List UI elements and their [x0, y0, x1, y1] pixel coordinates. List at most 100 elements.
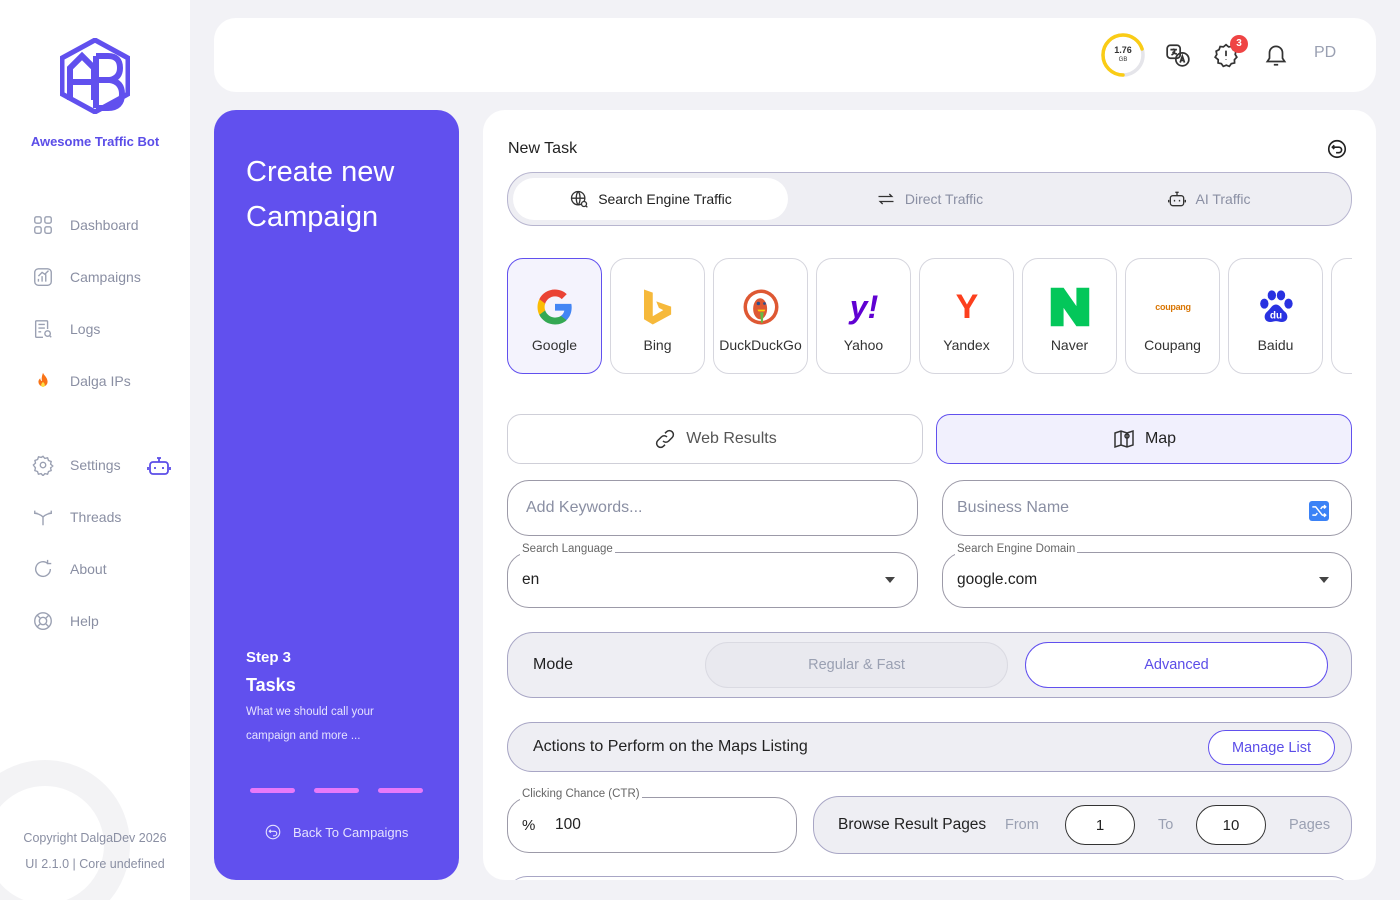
sidebar-item-threads[interactable]: Threads [32, 505, 121, 529]
sidebar-item-label: About [70, 561, 107, 577]
sidebar-item-label: Help [70, 613, 99, 629]
robot-icon [1167, 191, 1186, 207]
avatar[interactable]: PD [1314, 44, 1336, 62]
engine-baidu[interactable]: du Baidu [1228, 258, 1323, 374]
engine-yandex[interactable]: Y Yandex [919, 258, 1014, 374]
selected-value: google.com [957, 571, 1038, 588]
ctr-field[interactable]: Clicking Chance (CTR) % 100 [507, 788, 797, 853]
percent-prefix: % [522, 816, 536, 834]
sidebar-item-label: Settings [70, 457, 121, 473]
sidebar-item-dalga-ips[interactable]: Dalga IPs [32, 369, 131, 393]
manage-list-button[interactable]: Manage List [1208, 730, 1335, 765]
engine-name: Google [531, 337, 578, 353]
to-page-input[interactable]: 10 [1196, 805, 1266, 845]
maps-actions-row: Actions to Perform on the Maps Listing M… [507, 722, 1352, 772]
engine-bing[interactable]: Bing [610, 258, 705, 374]
mode-label: Mode [533, 656, 574, 673]
dashboard-grid-icon [32, 214, 54, 236]
robot-icon[interactable] [147, 454, 171, 478]
engine-yahoo[interactable]: y! Yahoo [816, 258, 911, 374]
sidebar-item-label: Threads [70, 509, 122, 525]
campaign-chart-icon [32, 266, 54, 288]
web-results-option[interactable]: Web Results [507, 414, 923, 464]
engine-name: Naver [1050, 337, 1089, 353]
baidu-logo-text: du [1270, 311, 1282, 322]
engine-coupang[interactable]: coupang Coupang [1125, 258, 1220, 374]
chevron-down-icon [885, 577, 895, 583]
app-logo[interactable] [59, 37, 131, 115]
engine-duckduckgo[interactable]: DuckDuckGo [713, 258, 808, 374]
step-description: What we should call your campaign and mo… [246, 706, 374, 742]
back-label: Back To Campaigns [293, 824, 409, 840]
engine-naver[interactable]: Naver [1022, 258, 1117, 374]
engine-more[interactable] [1331, 258, 1352, 374]
step-name: Tasks [246, 675, 296, 695]
yandex-logo-icon: Y [943, 283, 991, 331]
engine-name: Coupang [1144, 337, 1201, 353]
engine-name: Yahoo [843, 337, 884, 353]
keywords-input-field[interactable] [507, 480, 918, 536]
engine-name: DuckDuckGo [719, 337, 802, 353]
next-section-edge [507, 876, 1352, 880]
map-option[interactable]: Map [936, 414, 1352, 464]
business-name-input[interactable] [957, 481, 1304, 535]
coupang-logo-text: coupang [1155, 302, 1191, 312]
from-page-input[interactable]: 1 [1065, 805, 1135, 845]
engine-google[interactable]: Google [507, 258, 602, 374]
option-label: Web Results [686, 430, 777, 447]
sidebar-item-label: Campaigns [70, 269, 141, 285]
translate-icon[interactable] [1165, 42, 1191, 68]
footer-info: Copyright DalgaDev 2026 UI 2.1.0 | Core … [0, 825, 190, 877]
sidebar-item-settings[interactable]: Settings [32, 453, 121, 477]
usage-value: 1.76 [1114, 45, 1132, 55]
undo-icon[interactable] [1326, 138, 1348, 160]
mode-option-regular[interactable]: Regular & Fast [705, 642, 1008, 688]
sidebar-item-about[interactable]: About [32, 557, 107, 581]
mode-selector: Mode Regular & Fast Advanced [507, 632, 1352, 698]
sidebar-item-label: Dashboard [70, 217, 139, 233]
tab-direct-traffic[interactable]: Direct Traffic [792, 178, 1067, 220]
campaign-panel: Create new Campaign Step 3 Tasks What we… [214, 110, 459, 880]
refresh-circle-icon [32, 558, 54, 580]
logs-document-icon [32, 318, 54, 340]
brand-name: Awesome Traffic Bot [30, 134, 160, 149]
business-name-field[interactable] [942, 480, 1352, 536]
progress-step[interactable] [378, 788, 423, 793]
progress-step[interactable] [250, 788, 295, 793]
back-to-campaigns-link[interactable]: Back To Campaigns [264, 823, 408, 841]
mode-option-advanced[interactable]: Advanced [1025, 642, 1328, 688]
sidebar-item-campaigns[interactable]: Campaigns [32, 265, 141, 289]
usage-unit: GB [1118, 57, 1128, 63]
back-arrow-icon [265, 824, 281, 840]
actions-label: Actions to Perform on the Maps Listing [533, 738, 808, 755]
search-domain-select[interactable]: Search Engine Domain google.com [942, 543, 1352, 608]
progress-step[interactable] [314, 788, 359, 793]
step-label: Step 3 [246, 649, 292, 666]
search-language-select[interactable]: Search Language en [507, 543, 918, 608]
copyright-text: Copyright DalgaDev 2026 [23, 831, 167, 845]
gear-icon [32, 454, 54, 476]
sidebar-item-logs[interactable]: Logs [32, 317, 100, 341]
keywords-input[interactable] [526, 481, 874, 535]
sidebar-item-dashboard[interactable]: Dashboard [32, 213, 139, 237]
version-text: UI 2.1.0 | Core undefined [25, 857, 165, 871]
engine-name: Yandex [943, 337, 990, 353]
browse-result-pages: Browse Result Pages From 1 To 10 Pages [813, 796, 1352, 854]
top-bar: 1.76 GB 3 PD [214, 18, 1376, 92]
shuffle-icon[interactable] [1309, 501, 1329, 521]
chevron-down-icon [1319, 577, 1329, 583]
pages-unit: Pages [1289, 817, 1331, 833]
browse-label: Browse Result Pages [838, 816, 987, 833]
ctr-value[interactable]: 100 [555, 798, 581, 852]
engine-name: Baidu [1257, 337, 1294, 353]
yahoo-logo-text: y! [849, 288, 879, 325]
tab-ai-traffic[interactable]: AI Traffic [1071, 178, 1346, 220]
bell-icon[interactable] [1263, 42, 1289, 68]
step-progress [250, 788, 423, 793]
threads-branch-icon [32, 506, 54, 528]
alert-count-badge: 3 [1230, 35, 1248, 53]
option-label: Map [1144, 430, 1177, 447]
yahoo-logo-icon: y! [840, 283, 888, 331]
tab-search-engine-traffic[interactable]: Search Engine Traffic [513, 178, 788, 220]
sidebar-item-help[interactable]: Help [32, 609, 99, 633]
